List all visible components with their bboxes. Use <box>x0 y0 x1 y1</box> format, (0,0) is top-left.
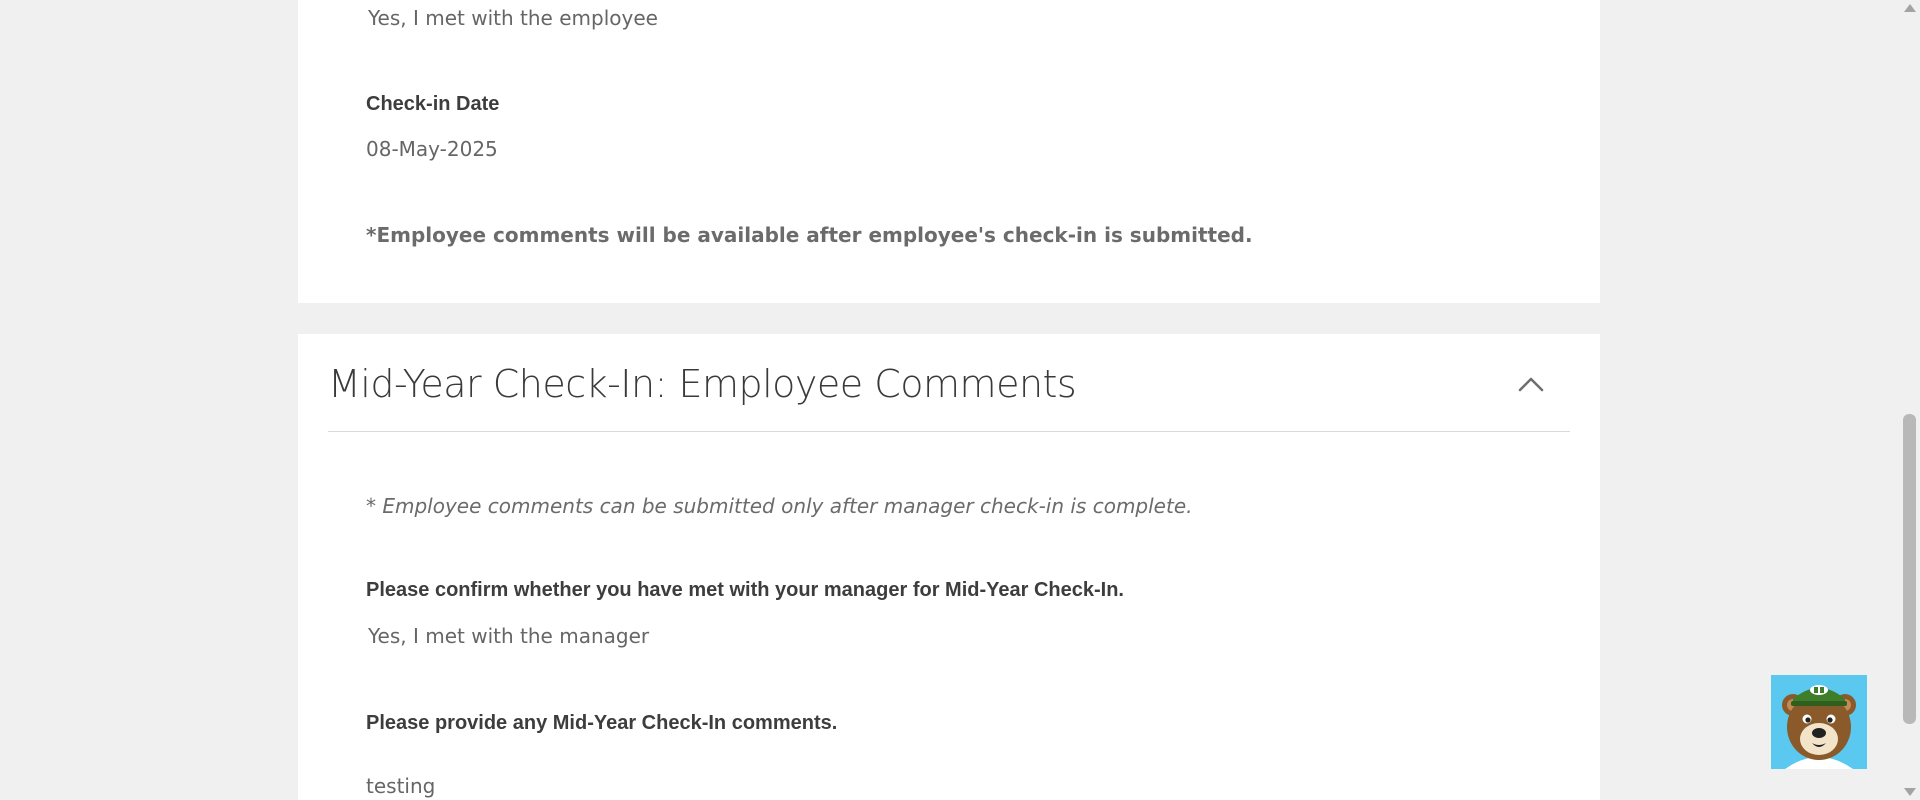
confirm-met-question: Please confirm whether you have met with… <box>366 579 1124 601</box>
section-divider <box>328 431 1570 432</box>
comments-answer: testing <box>366 774 436 798</box>
bear-mascot-icon <box>1782 685 1856 769</box>
checkin-date-label: Check-in Date <box>366 93 500 115</box>
comments-question: Please provide any Mid-Year Check-In com… <box>366 712 838 734</box>
scroll-down-arrow-icon[interactable] <box>1904 788 1916 796</box>
vertical-scrollbar[interactable] <box>1899 0 1920 800</box>
chat-assistant-button[interactable] <box>1771 675 1867 769</box>
met-with-employee-answer: Yes, I met with the employee <box>368 6 658 30</box>
employee-comments-card: Mid-Year Check-In: Employee Comments * E… <box>298 334 1600 800</box>
employee-comments-availability-note: *Employee comments will be available aft… <box>366 223 1253 247</box>
employee-comments-note: * Employee comments can be submitted onl… <box>366 494 1193 518</box>
scroll-thumb[interactable] <box>1903 414 1916 724</box>
manager-checkin-card: Yes, I met with the employee Check-in Da… <box>298 0 1600 303</box>
collapse-section-button[interactable] <box>1516 370 1546 400</box>
scroll-up-arrow-icon[interactable] <box>1904 4 1916 12</box>
chevron-up-icon <box>1518 377 1544 392</box>
checkin-date-value: 08-May-2025 <box>366 137 498 161</box>
confirm-met-answer: Yes, I met with the manager <box>368 624 650 648</box>
section-title: Mid-Year Check-In: Employee Comments <box>328 362 1077 406</box>
